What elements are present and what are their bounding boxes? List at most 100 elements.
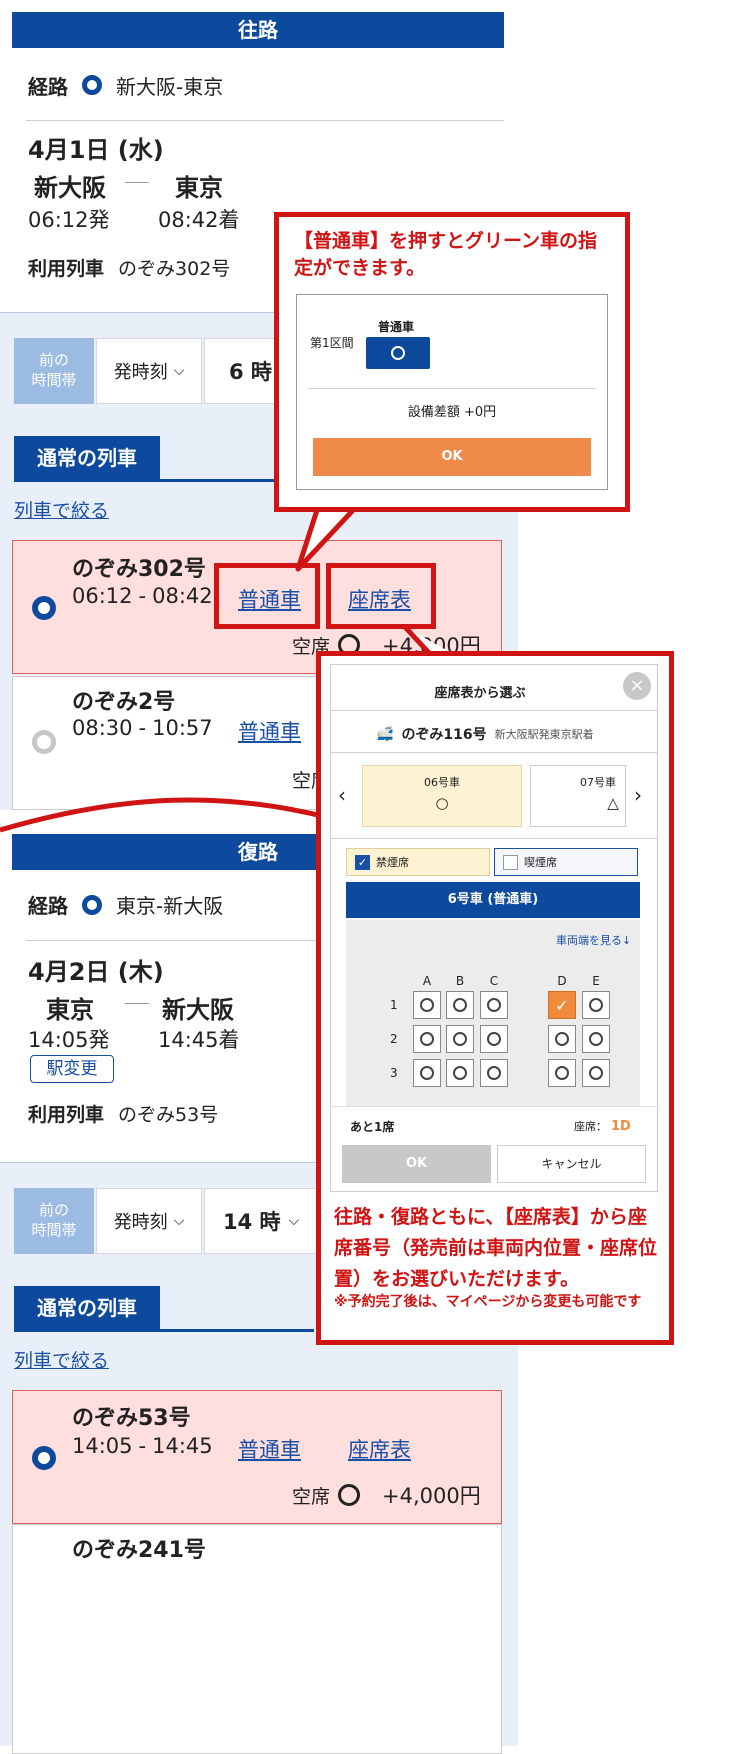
selected-seat-row: 座席： 1D — [574, 1118, 631, 1134]
nonsmoking-toggle[interactable]: ✓ 禁煙席 — [346, 848, 490, 876]
seat[interactable] — [582, 991, 610, 1019]
availability-mark: △ — [607, 794, 619, 812]
route-radio[interactable] — [82, 894, 102, 915]
smoking-label: 喫煙席 — [524, 856, 557, 869]
return-date: 4月2日 (木) — [28, 958, 164, 986]
train-radio-selected[interactable] — [32, 596, 56, 620]
popup-car-button[interactable] — [366, 337, 430, 369]
callout-text: 【普通車】を押すとグリーン車の指定ができます。 — [294, 230, 598, 279]
seat[interactable] — [480, 1025, 508, 1053]
route-radio[interactable] — [82, 75, 102, 95]
outbound-arr: 08:42着 — [158, 208, 240, 232]
train-radio-selected[interactable] — [32, 1446, 56, 1470]
seat[interactable] — [413, 1059, 441, 1087]
seat-label: 座席： — [574, 1120, 607, 1133]
prev-timeslot-button[interactable]: 前の 時間帯 — [14, 1188, 94, 1254]
popup-section-label: 第1区間 — [310, 336, 354, 350]
seat[interactable] — [480, 1059, 508, 1087]
seat-col-label: B — [455, 974, 465, 988]
seat-callout-note: 往路・復路ともに、【座席表】から座席番号（発売前は車両内位置・座席位置）をお選び… — [334, 1206, 658, 1290]
divider — [330, 752, 658, 753]
seat[interactable] — [413, 1025, 441, 1053]
divider — [26, 120, 504, 121]
dep-time: 14:05 — [72, 1434, 133, 1458]
seat[interactable] — [548, 1025, 576, 1053]
return-dep: 14:05発 — [28, 1028, 110, 1052]
smoking-toggle[interactable]: 喫煙席 — [494, 848, 638, 876]
train-name: のぞみ302号 — [72, 557, 206, 582]
filter-by-train-link[interactable]: 列車で絞る — [14, 1346, 109, 1373]
vacancy-label: 空席 — [292, 1485, 331, 1508]
outbound-train-row: 利用列車 のぞみ302号 — [28, 254, 230, 281]
car-class-link[interactable]: 普通車 — [238, 584, 301, 614]
train-value: のぞみ53号 — [118, 1104, 219, 1126]
checkbox-checked-icon: ✓ — [355, 854, 370, 870]
chevron-down-icon: ⌵ — [173, 1213, 185, 1229]
chevron-left-icon[interactable]: ‹ — [338, 783, 346, 807]
arr-time: 14:45 — [152, 1434, 213, 1458]
availability-mark: ○ — [435, 794, 449, 812]
divider — [26, 940, 326, 941]
remaining-seats: あと1席 — [350, 1120, 395, 1134]
dep-time: 08:30 — [72, 716, 133, 740]
seat[interactable] — [446, 991, 474, 1019]
seat[interactable] — [582, 1025, 610, 1053]
seat-col-label: D — [557, 974, 567, 988]
car-tab[interactable]: 07号車 △ — [530, 765, 626, 827]
section-tab: 通常の列車 — [14, 436, 160, 480]
seat-popup-title: 座席表から選ぶ — [434, 686, 526, 701]
select-label: 発時刻 — [113, 362, 168, 383]
seat[interactable] — [548, 1059, 576, 1087]
seat[interactable] — [446, 1025, 474, 1053]
arr-time: 08:42 — [152, 584, 213, 608]
seat-col-label: C — [489, 974, 499, 988]
car-tab-selected[interactable]: 06号車 ○ — [362, 765, 522, 827]
seat[interactable] — [413, 991, 441, 1019]
car-class-link[interactable]: 普通車 — [238, 1434, 301, 1464]
chevron-down-icon: ⌵ — [288, 1213, 300, 1229]
train-radio[interactable] — [32, 730, 56, 754]
seat-map-link[interactable]: 座席表 — [348, 584, 411, 614]
arr-time: 10:57 — [152, 716, 213, 740]
see-car-end-link[interactable]: 車両端を見る↓ — [556, 932, 631, 948]
hour-select[interactable]: 14 時 ⌵ — [204, 1188, 318, 1254]
seat-row-label: 3 — [390, 1066, 398, 1080]
seat-popup-train: のぞみ116号 — [401, 727, 487, 743]
departure-time-select[interactable]: 発時刻 ⌵ — [96, 1188, 202, 1254]
seat-ok-button[interactable]: OK — [342, 1145, 491, 1183]
train-value: のぞみ302号 — [118, 258, 231, 280]
seat-selected[interactable]: ✓ — [548, 991, 576, 1019]
route-label: 経路 — [28, 74, 68, 99]
close-icon[interactable]: × — [623, 672, 651, 700]
outbound-route-row: 経路 新大阪-東京 — [28, 70, 498, 100]
chevron-down-icon: ⌵ — [173, 363, 185, 379]
nonsmoking-label: 禁煙席 — [376, 856, 409, 869]
price: +4,000円 — [382, 1484, 481, 1508]
return-from: 東京 — [46, 996, 94, 1024]
route-label: 経路 — [28, 894, 68, 918]
seat-col-label: E — [592, 974, 600, 988]
seat-popup-train-row: 🚅 のぞみ116号 新大阪駅発東京駅着 — [376, 724, 594, 744]
seat[interactable] — [582, 1059, 610, 1087]
prev-timeslot-button[interactable]: 前の 時間帯 — [14, 338, 94, 404]
station-change-button[interactable]: 駅変更 — [30, 1055, 114, 1083]
filter-by-train-link[interactable]: 列車で絞る — [14, 496, 109, 523]
route-value: 新大阪-東京 — [116, 74, 224, 99]
hour-value: 14 時 — [223, 1210, 281, 1234]
seat[interactable] — [446, 1059, 474, 1087]
chevron-right-icon[interactable]: › — [634, 783, 642, 807]
seat-cancel-button[interactable]: キャンセル — [497, 1145, 646, 1183]
seat-map-link[interactable]: 座席表 — [348, 1434, 411, 1464]
departure-time-select[interactable]: 発時刻 ⌵ — [96, 338, 202, 404]
seat[interactable] — [480, 991, 508, 1019]
vacancy-row: 空席 +4,000円 — [292, 1480, 481, 1510]
car-class-link[interactable]: 普通車 — [238, 716, 301, 746]
checkbox-icon — [503, 854, 518, 870]
seat-value: 1D — [611, 1118, 631, 1134]
section-line — [14, 1329, 314, 1332]
route-value: 東京-新大阪 — [116, 894, 224, 918]
dep-time: 06:12 — [72, 584, 133, 608]
check-icon: ✓ — [555, 995, 569, 1015]
outbound-from: 新大阪 — [34, 174, 106, 202]
popup-ok-button[interactable]: OK — [313, 438, 591, 476]
